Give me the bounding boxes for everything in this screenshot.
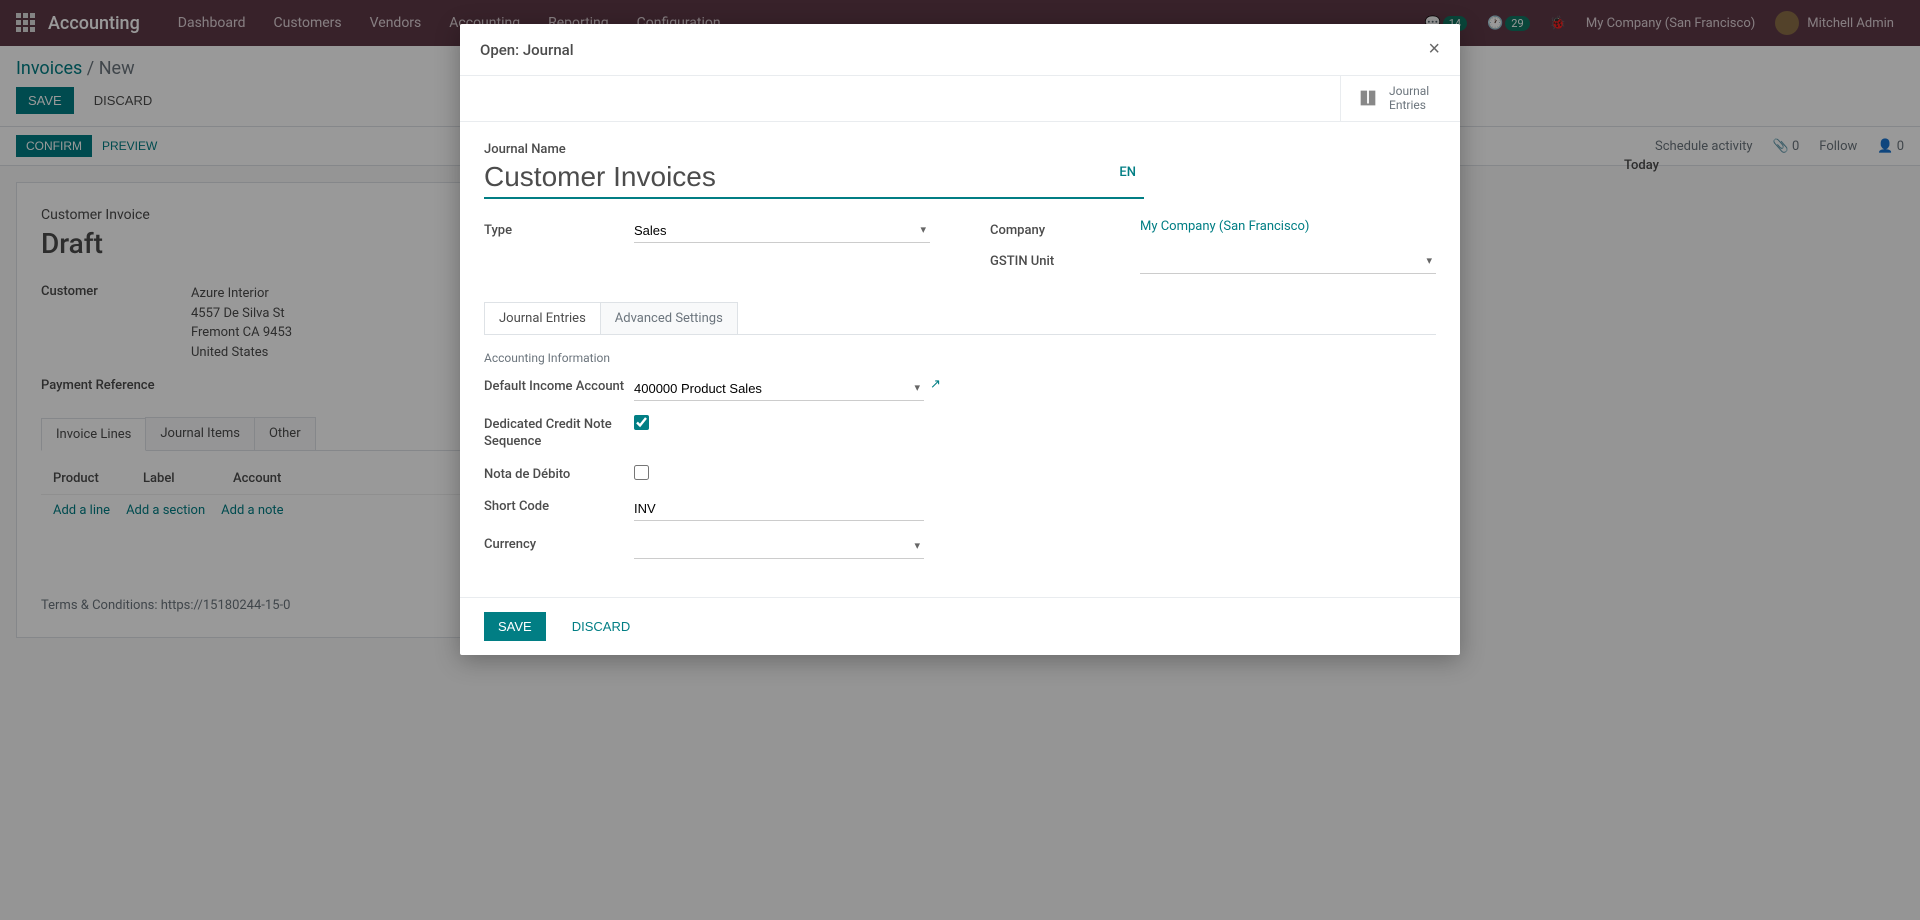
- nota-checkbox[interactable]: [634, 465, 649, 480]
- shortcode-label: Short Code: [484, 497, 634, 516]
- modal-save-button[interactable]: Save: [484, 612, 546, 641]
- shortcode-input[interactable]: [634, 497, 924, 521]
- credit-note-checkbox[interactable]: [634, 415, 649, 430]
- tab-advanced-settings[interactable]: Advanced Settings: [600, 302, 738, 334]
- modal-overlay: Open: Journal × Journal Entries Journal …: [0, 0, 1920, 920]
- nota-label: Nota de Débito: [484, 465, 634, 484]
- type-select[interactable]: [634, 219, 930, 243]
- lang-badge[interactable]: EN: [1119, 165, 1136, 180]
- default-income-select[interactable]: [634, 377, 924, 401]
- journal-name-label: Journal Name: [484, 142, 1436, 157]
- gstin-label: GSTIN Unit: [990, 250, 1140, 269]
- stat-button-label: Journal Entries: [1389, 84, 1429, 113]
- gstin-select[interactable]: [1140, 250, 1436, 274]
- accounting-info-title: Accounting Information: [484, 351, 1436, 365]
- journal-entries-stat-button[interactable]: Journal Entries: [1340, 76, 1460, 121]
- company-label: Company: [990, 219, 1140, 238]
- modal-title: Open: Journal: [480, 41, 574, 59]
- tab-journal-entries[interactable]: Journal Entries: [484, 302, 601, 334]
- close-icon[interactable]: ×: [1428, 38, 1440, 61]
- company-value[interactable]: My Company (San Francisco): [1140, 219, 1309, 234]
- currency-label: Currency: [484, 535, 634, 554]
- book-icon: [1357, 87, 1379, 109]
- default-income-label: Default Income Account: [484, 377, 634, 396]
- external-link-icon[interactable]: ↗: [930, 377, 941, 392]
- currency-select[interactable]: [634, 535, 924, 559]
- journal-modal: Open: Journal × Journal Entries Journal …: [460, 24, 1460, 655]
- type-label: Type: [484, 219, 634, 238]
- credit-note-label: Dedicated Credit Note Sequence: [484, 415, 634, 451]
- journal-name-input[interactable]: [484, 157, 1144, 199]
- modal-discard-button[interactable]: Discard: [558, 612, 645, 641]
